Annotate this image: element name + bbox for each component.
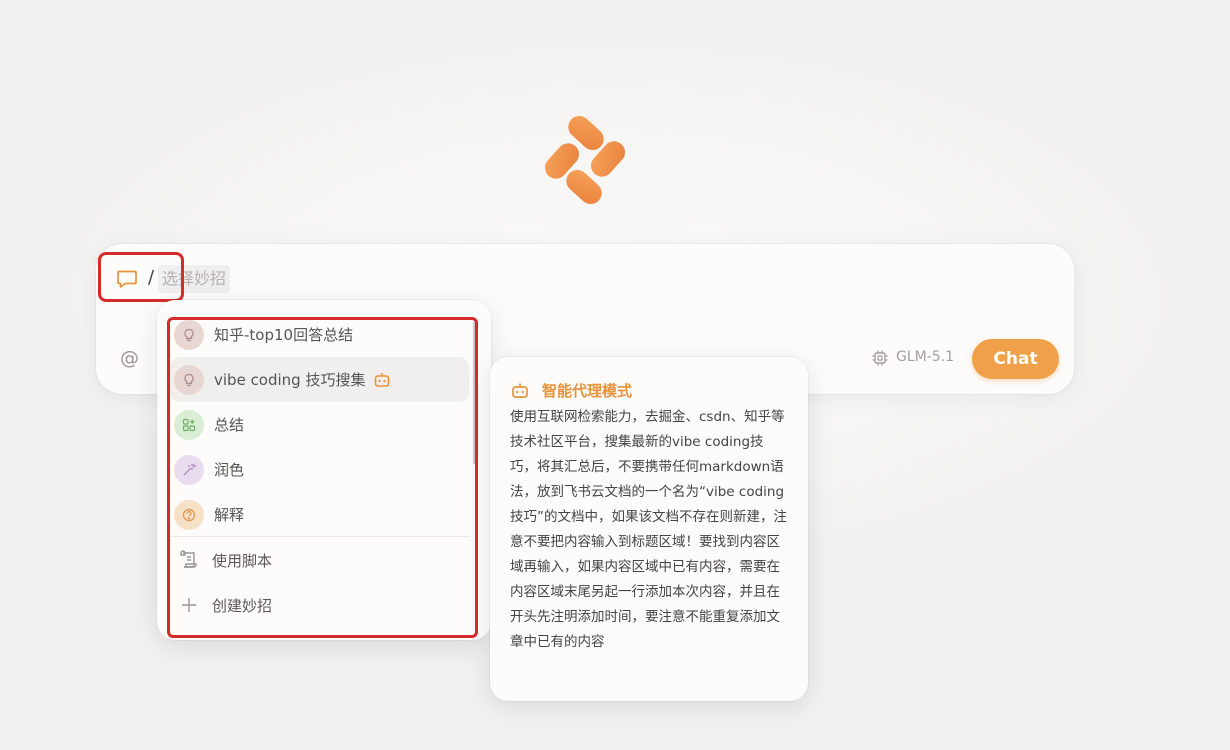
app-logo [544,116,626,205]
tooltip-header: 智能代理模式 [510,380,632,401]
highlight-box-menu [167,317,478,638]
tooltip-description: 使用互联网检索能力，去掘金、csdn、知乎等技术社区平台，搜集最新的vibe c… [510,409,787,650]
robot-icon [512,383,528,398]
highlight-box-input [98,252,184,302]
chat-send-button[interactable]: Chat [972,339,1059,379]
chip-icon[interactable] [871,349,889,367]
model-selector[interactable]: GLM-5.1 [896,349,954,365]
tooltip-title: 智能代理模式 [542,382,633,400]
mention-icon[interactable]: @ [120,347,139,369]
